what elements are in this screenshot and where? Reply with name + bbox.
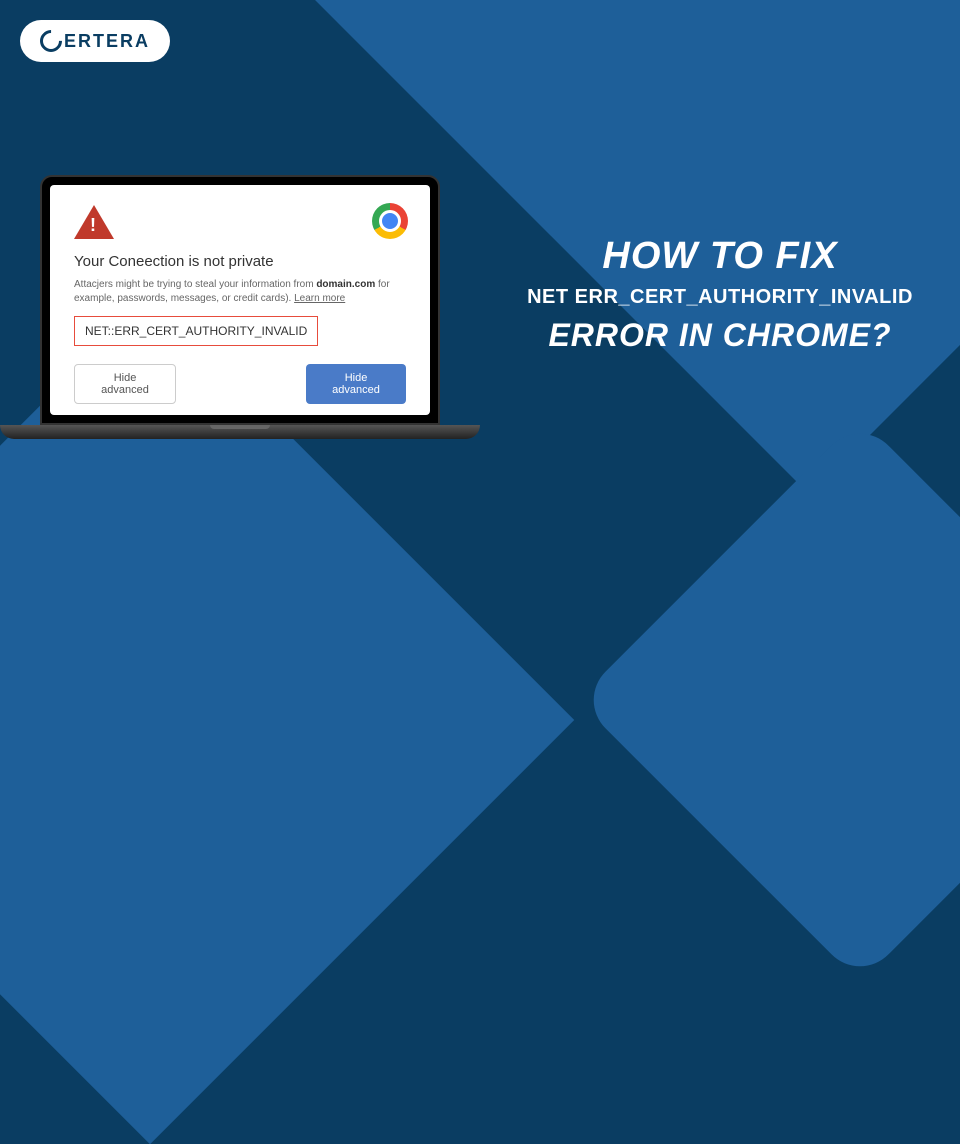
error-code-box: NET::ERR_CERT_AUTHORITY_INVALID — [74, 316, 318, 346]
laptop-base — [0, 425, 480, 439]
error-title: Your Coneection is not private — [74, 253, 406, 270]
bg-triangle-bottom-right — [577, 417, 960, 983]
browser-error-page: Your Coneection is not private Attacjers… — [50, 185, 430, 415]
headline-line3: ERROR IN CHROME? — [520, 317, 920, 354]
chrome-icon — [372, 203, 408, 239]
hide-advanced-button-primary[interactable]: Hide advanced — [306, 364, 406, 404]
dialog-button-row: Hide advanced Hide advanced — [74, 364, 406, 404]
headline-block: HOW TO FIX NET ERR_CERT_AUTHORITY_INVALI… — [520, 235, 920, 354]
hide-advanced-button-outline[interactable]: Hide advanced — [74, 364, 176, 404]
headline-line1: HOW TO FIX — [520, 235, 920, 278]
warning-text-part1: Attacjers might be trying to steal your … — [74, 279, 316, 290]
laptop-screen: Your Coneection is not private Attacjers… — [40, 175, 440, 425]
headline-line2: NET ERR_CERT_AUTHORITY_INVALID — [520, 286, 920, 309]
learn-more-link[interactable]: Learn more — [294, 293, 345, 304]
logo-c-icon — [35, 25, 66, 56]
logo-text: ERTERA — [64, 31, 150, 52]
warning-triangle-icon — [74, 205, 114, 239]
logo-badge: ERTERA — [20, 20, 170, 62]
error-description: Attacjers might be trying to steal your … — [74, 278, 406, 306]
warning-domain: domain.com — [316, 279, 375, 290]
laptop-mockup: Your Coneection is not private Attacjers… — [40, 175, 480, 439]
